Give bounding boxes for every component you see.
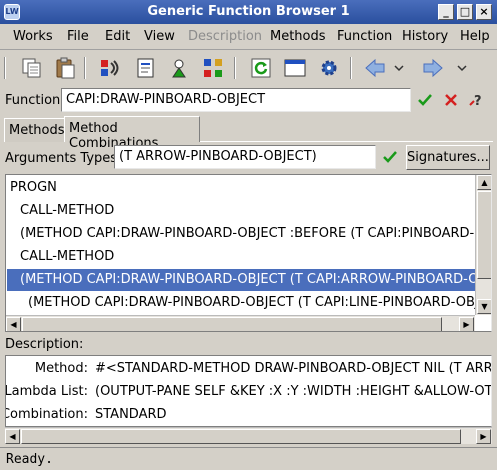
description-horizontal-scrollbar[interactable]: ◀ ▶ — [5, 427, 492, 444]
title-bar: LW Generic Function Browser 1 _ □ × — [0, 0, 497, 24]
arguments-label: Arguments Types: — [5, 151, 122, 166]
list-scroll-thumb[interactable] — [477, 191, 491, 279]
menu-file[interactable]: File — [67, 29, 89, 44]
list-item-selected[interactable]: (METHOD CAPI:DRAW-PINBOARD-OBJECT (T CAP… — [7, 269, 475, 291]
window-icon[interactable] — [283, 56, 307, 80]
tab-methods[interactable]: Methods — [4, 118, 65, 142]
back-arrow-icon[interactable] — [363, 56, 387, 80]
cancel-icon[interactable] — [443, 92, 459, 108]
list-item[interactable]: PROGN — [10, 177, 475, 199]
toolbar-separator — [234, 57, 236, 79]
list-vertical-scrollbar[interactable]: ▲ ▼ — [475, 175, 491, 315]
description-label: Description: — [5, 337, 84, 352]
preferences-icon[interactable] — [317, 56, 341, 80]
class-browser-icon[interactable] — [201, 56, 225, 80]
menu-edit[interactable]: Edit — [105, 29, 130, 44]
status-bar: Ready. — [0, 447, 497, 470]
lambda-list-label: Lambda List: — [5, 384, 88, 399]
list-item[interactable]: CALL-METHOD — [20, 246, 475, 268]
forward-history-dropdown-icon[interactable] — [455, 56, 469, 80]
list-horizontal-scrollbar[interactable]: ◀ ▶ — [6, 315, 475, 331]
tab-method-combinations[interactable]: Method Combinations — [64, 116, 200, 151]
function-label: Function: — [5, 93, 65, 108]
menu-bar: Works File Edit View Description Methods… — [0, 24, 497, 50]
combination-label: Combination: — [5, 407, 88, 422]
menu-works[interactable]: Works — [13, 29, 53, 44]
scroll-down-arrow-icon[interactable]: ▼ — [477, 299, 491, 314]
lambda-list-value: (OUTPUT-PANE SELF &KEY :X :Y :WIDTH :HEI… — [95, 384, 492, 399]
paste-icon[interactable] — [53, 56, 77, 80]
method-combination-list: PROGN CALL-METHOD (METHOD CAPI:DRAW-PINB… — [5, 174, 492, 332]
toolbar-separator — [350, 57, 352, 79]
desc-scroll-left-arrow-icon[interactable]: ◀ — [5, 429, 20, 444]
svg-text:?: ? — [474, 94, 482, 109]
arguments-input[interactable]: (T ARROW-PINBOARD-OBJECT) — [114, 145, 376, 169]
menu-description[interactable]: Description — [188, 29, 262, 44]
description-pane: Method: #<STANDARD-METHOD DRAW-PINBOARD-… — [5, 355, 492, 427]
method-label: Method: — [34, 361, 88, 376]
arguments-check-icon[interactable] — [382, 149, 398, 165]
list-item[interactable]: CALL-METHOD — [20, 200, 475, 222]
menu-methods[interactable]: Methods — [270, 29, 326, 44]
toolbar — [0, 51, 497, 85]
function-input[interactable]: CAPI:DRAW-PINBOARD-OBJECT — [61, 88, 411, 112]
method-value: #<STANDARD-METHOD DRAW-PINBOARD-OBJECT N… — [95, 361, 492, 376]
toolbar-grip — [4, 57, 6, 79]
check-icon[interactable] — [417, 92, 433, 108]
list-hscroll-thumb[interactable] — [22, 317, 442, 331]
scroll-left-arrow-icon[interactable]: ◀ — [6, 317, 21, 331]
menu-history[interactable]: History — [402, 29, 448, 44]
desc-scroll-right-arrow-icon[interactable]: ▶ — [476, 429, 491, 444]
scroll-up-arrow-icon[interactable]: ▲ — [477, 175, 491, 190]
desc-hscroll-thumb[interactable] — [21, 429, 461, 444]
list-item[interactable]: (METHOD CAPI:DRAW-PINBOARD-OBJECT :BEFOR… — [20, 223, 475, 245]
listener-icon[interactable] — [134, 56, 158, 80]
close-button[interactable]: × — [476, 4, 492, 20]
help-icon[interactable]: ? — [468, 91, 486, 109]
list-item[interactable]: (METHOD CAPI:DRAW-PINBOARD-OBJECT (T CAP… — [28, 292, 475, 314]
scroll-right-arrow-icon[interactable]: ▶ — [459, 317, 474, 331]
maximize-button[interactable]: □ — [457, 4, 473, 20]
minimize-button[interactable]: _ — [438, 4, 454, 20]
signatures-button[interactable]: Signatures... — [406, 145, 490, 170]
window-title: Generic Function Browser 1 — [147, 4, 350, 19]
toolbar-separator — [84, 57, 86, 79]
menu-view[interactable]: View — [144, 29, 175, 44]
back-history-dropdown-icon[interactable] — [392, 56, 406, 80]
inspect-icon[interactable] — [98, 56, 122, 80]
copy-icon[interactable] — [20, 56, 44, 80]
menu-function[interactable]: Function — [337, 29, 392, 44]
refresh-icon[interactable] — [249, 56, 273, 80]
forward-arrow-icon[interactable] — [421, 56, 445, 80]
menu-help[interactable]: Help — [460, 29, 490, 44]
combination-value: STANDARD — [95, 407, 167, 422]
debugger-icon[interactable] — [167, 56, 191, 80]
